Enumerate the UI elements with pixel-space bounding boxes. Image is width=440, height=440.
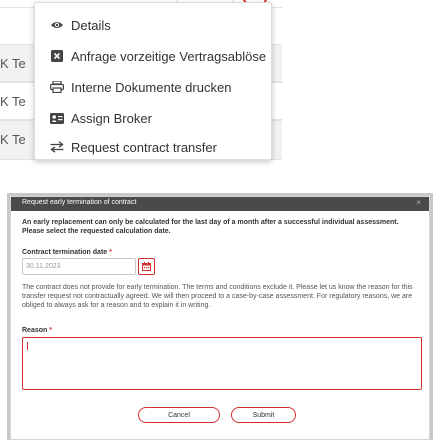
row-label: K Te bbox=[0, 132, 26, 147]
transfer-arrows-icon bbox=[49, 140, 65, 154]
menu-item-print-documents[interactable]: Interne Dokumente drucken bbox=[49, 77, 231, 97]
context-menu: Details Anfrage vorzeitige Vertragsablös… bbox=[34, 2, 272, 160]
required-marker: * bbox=[49, 327, 52, 334]
menu-item-request-transfer[interactable]: Request contract transfer bbox=[49, 137, 217, 157]
menu-item-label: Request contract transfer bbox=[71, 139, 217, 155]
cancel-button[interactable]: Cancel bbox=[138, 407, 220, 423]
notice-line: An early replacement can only be calcula… bbox=[22, 219, 399, 226]
row-label: K Te bbox=[0, 56, 26, 71]
close-icon[interactable]: × bbox=[416, 198, 421, 207]
menu-item-label: Details bbox=[71, 17, 111, 33]
dialog-notice: An early replacement can only be calcula… bbox=[22, 218, 417, 236]
date-value: 30.11.2023 bbox=[26, 263, 61, 270]
close-box-icon bbox=[49, 49, 65, 63]
actions-panel: K Te K Te K Te Details Anfrage vorzeitig… bbox=[0, 0, 282, 170]
print-icon bbox=[49, 80, 65, 94]
menu-item-early-termination[interactable]: Anfrage vorzeitige Vertragsablöse bbox=[49, 46, 266, 66]
date-label: Contract termination date * bbox=[22, 249, 112, 256]
calendar-button[interactable] bbox=[138, 258, 155, 275]
info-text: The contract does not provide for early … bbox=[22, 284, 413, 309]
menu-item-details[interactable]: Details bbox=[49, 15, 111, 35]
menu-item-label: Interne Dokumente drucken bbox=[71, 79, 232, 95]
reason-label-text: Reason bbox=[22, 327, 48, 334]
required-marker: * bbox=[109, 249, 112, 256]
dialog-title: Request early termination of contract bbox=[22, 199, 137, 206]
menu-item-label: Assign Broker bbox=[71, 110, 152, 126]
text-cursor bbox=[27, 342, 28, 350]
submit-button[interactable]: Submit bbox=[231, 407, 296, 423]
date-label-text: Contract termination date bbox=[22, 249, 108, 256]
eye-icon bbox=[49, 18, 65, 32]
id-card-icon bbox=[49, 111, 65, 125]
menu-item-label: Anfrage vorzeitige Vertragsablöse bbox=[71, 48, 267, 64]
calendar-icon bbox=[142, 258, 151, 276]
row-label: K Te bbox=[0, 94, 26, 109]
menu-item-assign-broker[interactable]: Assign Broker bbox=[49, 108, 152, 128]
notice-line: Please select the requested calculation … bbox=[22, 228, 171, 235]
reason-textarea[interactable] bbox=[22, 337, 422, 390]
early-termination-dialog: Request early termination of contract × … bbox=[10, 196, 430, 440]
termination-date-field[interactable]: 30.11.2023 bbox=[22, 258, 136, 275]
dialog-header: Request early termination of contract × bbox=[11, 197, 429, 211]
reason-label: Reason * bbox=[22, 327, 52, 334]
